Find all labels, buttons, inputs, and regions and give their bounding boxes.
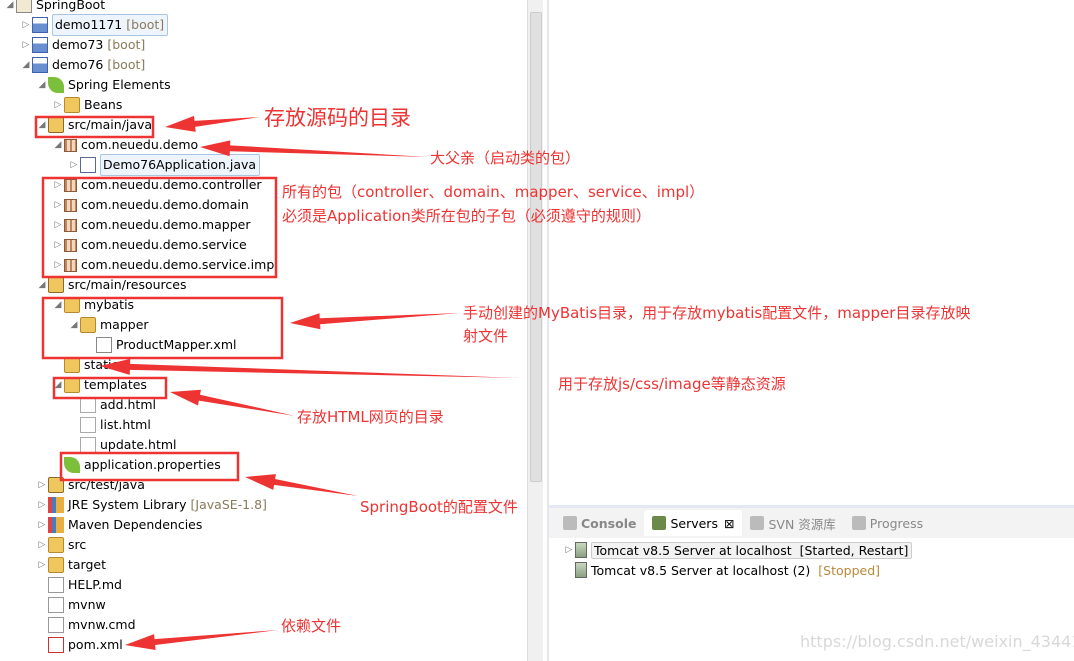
annotation-packages-line2: 必须是Application类所在包的子包（必须遵守的规则） (282, 207, 651, 225)
highlight-box-mybatis (41, 296, 284, 360)
annotation-arrow (200, 140, 428, 157)
watermark: https://blog.csdn.net/weixin_43441790 (800, 632, 1074, 651)
annotation-overlay (34, 115, 520, 651)
annotation-static: 用于存放js/css/image等静态资源 (558, 375, 786, 393)
annotation-arrow (125, 630, 278, 651)
annotation-arrow (290, 313, 460, 330)
annotation-mybatis-line1: 手动创建的MyBatis目录，用于存放mybatis配置文件，mapper目录存… (463, 304, 971, 322)
annotation-pom: 依赖文件 (281, 617, 342, 635)
annotation-mybatis-line2: 射文件 (463, 327, 509, 345)
annotation-arrow (165, 115, 260, 132)
annotation-parent-package: 大父亲（启动类的包） (430, 149, 581, 167)
annotation-arrow (170, 389, 295, 416)
annotation-packages-line1: 所有的包（controller、domain、mapper、service、im… (282, 183, 705, 201)
annotation-src-main-java: 存放源码的目录 (264, 106, 411, 130)
annotation-properties: SpringBoot的配置文件 (360, 498, 518, 516)
highlight-box-src-main-java (34, 115, 155, 139)
annotation-templates: 存放HTML网页的目录 (297, 408, 444, 426)
highlight-box-properties (59, 451, 240, 482)
highlight-box-templates (52, 376, 168, 400)
highlight-box-packages (41, 176, 278, 279)
annotation-arrow (245, 474, 358, 496)
annotation-arrow (100, 358, 520, 378)
